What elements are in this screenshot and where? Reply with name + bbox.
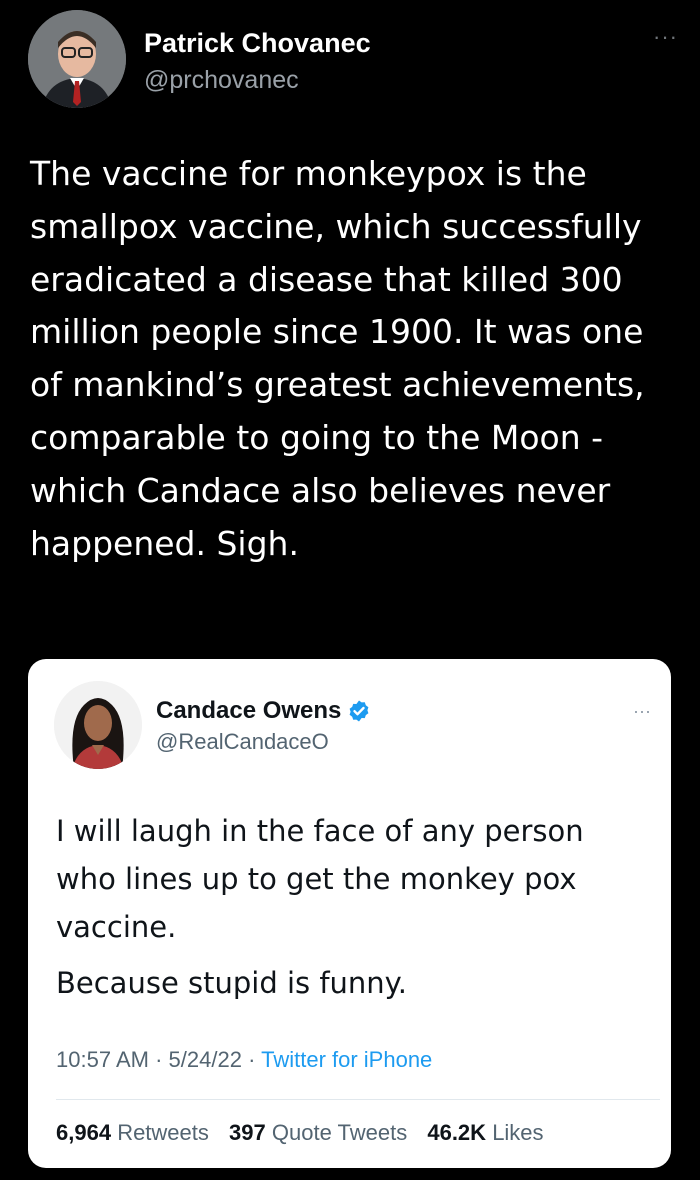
quoted-avatar[interactable] <box>54 681 142 769</box>
quoted-tweet-card[interactable]: Candace Owens @RealCandaceO ··· I will l… <box>28 659 671 1168</box>
author-name[interactable]: Patrick Chovanec <box>144 28 371 59</box>
tweet-date[interactable]: 5/24/22 <box>169 1047 242 1072</box>
divider <box>56 1099 660 1100</box>
author-handle[interactable]: @prchovanec <box>144 66 299 95</box>
tweet-text: The vaccine for monkeypox is the smallpo… <box>30 154 656 563</box>
quoted-more-options-icon[interactable]: ··· <box>633 701 651 722</box>
quote-tweets-count: 397 <box>229 1120 266 1145</box>
meta-separator: · <box>248 1047 256 1072</box>
tweet-stats: 6,964 Retweets 397 Quote Tweets 46.2K Li… <box>56 1120 558 1146</box>
quoted-name-row: Candace Owens <box>156 697 371 725</box>
tweet-time[interactable]: 10:57 AM <box>56 1047 149 1072</box>
retweets-stat[interactable]: 6,964 Retweets <box>56 1120 209 1145</box>
quote-tweets-stat[interactable]: 397 Quote Tweets <box>229 1120 407 1145</box>
likes-label: Likes <box>492 1120 544 1145</box>
meta-separator: · <box>155 1047 163 1072</box>
quoted-tweet-text-2: Because stupid is funny. <box>56 966 407 1000</box>
quoted-avatar-image <box>54 681 142 769</box>
likes-stat[interactable]: 46.2K Likes <box>427 1120 543 1145</box>
quoted-tweet-text: I will laugh in the face of any person w… <box>56 814 584 944</box>
outer-tweet-header: Patrick Chovanec @prchovanec ··· <box>28 10 678 110</box>
quote-tweets-label: Quote Tweets <box>271 1120 408 1145</box>
likes-count: 46.2K <box>427 1120 487 1145</box>
retweets-label: Retweets <box>117 1120 209 1145</box>
avatar-image <box>28 10 126 108</box>
tweet-source-link[interactable]: Twitter for iPhone <box>261 1047 432 1072</box>
retweets-count: 6,964 <box>56 1120 112 1145</box>
verified-badge-icon <box>350 700 369 722</box>
quoted-author-name[interactable]: Candace Owens <box>156 697 341 725</box>
more-options-icon[interactable]: ··· <box>653 24 678 50</box>
tweet-metadata: 10:57 AM · 5/24/22 · Twitter for iPhone <box>56 1047 432 1073</box>
avatar[interactable] <box>28 10 126 108</box>
quoted-author-handle[interactable]: @RealCandaceO <box>156 729 329 755</box>
